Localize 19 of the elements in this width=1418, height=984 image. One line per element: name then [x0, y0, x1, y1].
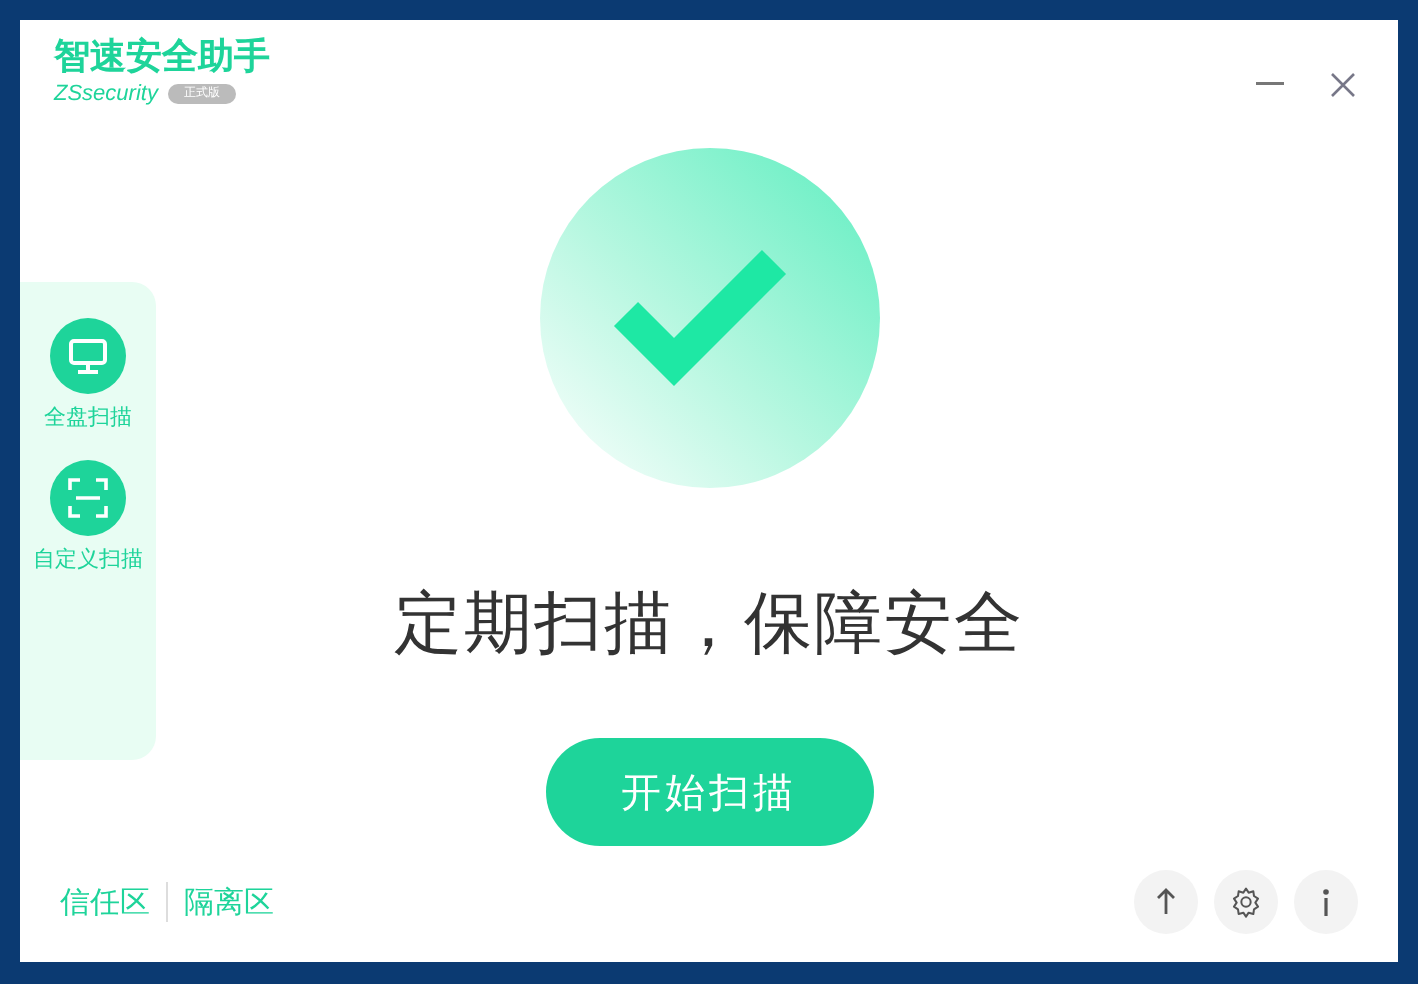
settings-button[interactable] — [1214, 870, 1278, 934]
checkmark-icon — [537, 146, 881, 490]
monitor-icon — [68, 338, 108, 374]
footer-link[interactable]: 信任区 — [60, 883, 150, 921]
close-button[interactable] — [1326, 68, 1358, 100]
app-title: 智速安全助手 — [54, 36, 270, 80]
close-icon — [1329, 71, 1355, 97]
info-icon — [1322, 888, 1330, 916]
up-arrow-icon — [1156, 888, 1176, 916]
footer-link[interactable]: 隔离区 — [184, 883, 274, 921]
minimize-icon — [1256, 82, 1284, 86]
app-subtitle: ZSsecurity — [54, 82, 158, 106]
settings-icon — [1230, 886, 1262, 918]
start-scan-button[interactable]: 开始扫描 — [545, 738, 873, 846]
scan-icon — [68, 478, 108, 518]
headline: 定期扫描，保障安全 — [394, 582, 1024, 668]
info-button[interactable] — [1294, 870, 1358, 934]
upload-button[interactable] — [1134, 870, 1198, 934]
sidebar-item[interactable]: 自定义扫描 — [33, 460, 143, 574]
